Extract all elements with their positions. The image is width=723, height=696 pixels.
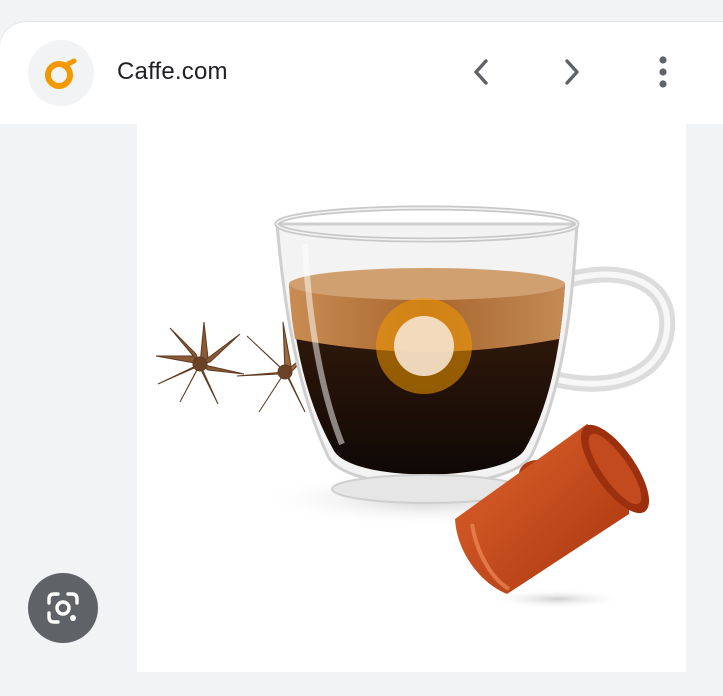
forward-button[interactable] [550,50,594,94]
caffe-logo-icon[interactable] [28,40,94,106]
product-image[interactable] [137,124,686,672]
site-header-card [0,22,723,124]
google-lens-button[interactable] [28,573,98,643]
chevron-left-icon [474,59,488,85]
site-name[interactable]: Caffe.com [117,58,228,86]
star-anise-left [155,321,245,405]
more-options-button[interactable] [641,50,685,94]
chevron-right-icon [565,59,579,85]
google-lens-icon [47,592,79,624]
espresso-cup-capsule-star-anise-image [155,205,676,609]
back-button[interactable] [459,50,503,94]
more-vert-icon [659,56,667,88]
